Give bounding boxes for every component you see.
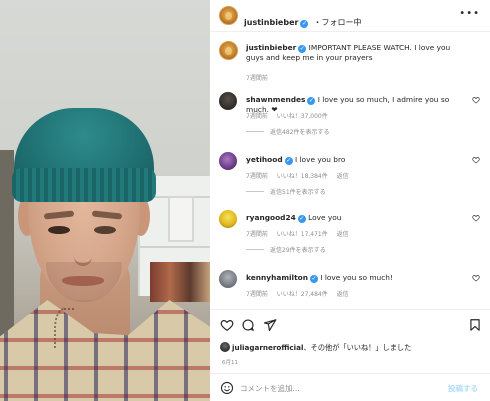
like-comment-heart-icon[interactable] [472, 96, 480, 104]
commenter-avatar[interactable] [219, 152, 237, 170]
reply-button[interactable]: 返信 [337, 231, 349, 238]
commenter-username[interactable]: ryangood24 [246, 213, 296, 222]
liked-by-text: juliagarnerofficial、その他が「いいね！」しました [232, 343, 411, 353]
liker-avatar[interactable] [220, 342, 230, 352]
author-avatar[interactable] [219, 6, 238, 25]
eye-right [94, 226, 116, 234]
verified-badge-icon: ✓ [307, 97, 316, 105]
author-username[interactable]: justinbieber [244, 18, 298, 27]
cabinet-door [168, 196, 194, 242]
verified-badge-icon: ✓ [284, 157, 293, 165]
comment-time: 7週間前 [246, 173, 268, 180]
save-bookmark-icon[interactable] [468, 318, 482, 332]
comment-text: I love you so much! [320, 273, 393, 282]
comment-text-block: yetihood ✓ I love you bro [246, 155, 470, 165]
post-date[interactable]: 6月11 [222, 358, 238, 366]
liked-by-username[interactable]: juliagarnerofficial [232, 343, 303, 352]
comment-item: kennyhamilton ✓ I love you so much! 7週間前 … [210, 267, 490, 307]
caption-meta: 7週間前 [246, 73, 275, 82]
comment-meta: 7週間前 いいね！37,000件 [246, 111, 335, 120]
verified-badge-icon: ✓ [297, 215, 306, 223]
caption-avatar[interactable] [219, 41, 238, 60]
verified-badge-icon: ✓ [300, 20, 309, 28]
comment-like-count[interactable]: いいね！37,000件 [277, 113, 328, 120]
comment-text: Love you [308, 213, 342, 222]
add-comment-row: 投稿する [210, 373, 490, 401]
beanie-band [12, 168, 156, 202]
add-comment-input[interactable] [240, 382, 430, 395]
comment-item: shawnmendes ✓ I love you so much, I admir… [210, 89, 490, 149]
comment-text: I love you bro [294, 155, 346, 164]
header-user-line: justinbieber ✓ ・フォロー中 [244, 10, 362, 29]
neck-tattoo [54, 308, 74, 348]
comment-meta: 7週間前 いいね！17,471件 返信 [246, 229, 356, 238]
like-comment-heart-icon[interactable] [472, 156, 480, 164]
nose [74, 236, 92, 266]
post-caption: justinbieber ✓ IMPORTANT PLEASE WATCH. I … [210, 39, 490, 91]
commenter-username[interactable]: shawnmendes [246, 95, 305, 104]
comment-like-count[interactable]: いいね！18,384件 [277, 173, 328, 180]
post-header: justinbieber ✓ ・フォロー中 ••• [210, 0, 490, 32]
more-options-icon[interactable]: ••• [459, 8, 480, 19]
commenter-username[interactable]: yetihood [246, 155, 283, 164]
commenter-username[interactable]: kennyhamilton [246, 273, 308, 282]
comment-item: ryangood24 ✓ Love you 7週間前 いいね！17,471件 返信… [210, 207, 490, 267]
eye-left [48, 226, 70, 234]
liked-by-suffix[interactable]: 、その他が「いいね！」しました [303, 343, 411, 352]
caption-text-block: justinbieber ✓ IMPORTANT PLEASE WATCH. I … [246, 43, 470, 63]
like-heart-icon[interactable] [220, 318, 234, 332]
commenter-avatar[interactable] [219, 270, 237, 288]
post-actions: juliagarnerofficial、その他が「いいね！」しました 6月11 … [210, 309, 490, 401]
reply-button[interactable]: 返信 [337, 173, 349, 180]
comment-text-block: ryangood24 ✓ Love you [246, 213, 470, 223]
comment-text-block: kennyhamilton ✓ I love you so much! [246, 273, 470, 283]
view-replies-link[interactable]: 返信482件を表示する [246, 127, 329, 136]
header-separator: ・ [313, 18, 322, 27]
share-send-icon[interactable] [263, 318, 277, 332]
comment-like-count[interactable]: いいね！27,484件 [277, 291, 328, 298]
post-video[interactable] [0, 0, 210, 401]
commenter-avatar[interactable] [219, 210, 237, 228]
like-comment-heart-icon[interactable] [472, 214, 480, 222]
comment-meta: 7週間前 いいね！18,384件 返信 [246, 171, 356, 180]
view-replies-link[interactable]: 返信29件を表示する [246, 245, 326, 254]
comment-time: 7週間前 [246, 113, 268, 120]
comment-bubble-icon[interactable] [241, 318, 255, 332]
verified-badge-icon: ✓ [298, 45, 307, 53]
commenter-avatar[interactable] [219, 92, 237, 110]
view-replies-link[interactable]: 返信51件を表示する [246, 187, 326, 196]
mouth [62, 276, 104, 286]
post-side-panel: justinbieber ✓ ・フォロー中 ••• justinbieber ✓ I… [210, 0, 490, 401]
reply-button[interactable]: 返信 [337, 291, 349, 298]
comment-time: 7週間前 [246, 231, 268, 238]
following-button[interactable]: フォロー中 [322, 18, 362, 27]
comment-item: yetihood ✓ I love you bro 7週間前 いいね！18,384… [210, 149, 490, 209]
comment-time: 7週間前 [246, 291, 268, 298]
post-comment-button[interactable]: 投稿する [448, 383, 478, 394]
shelf-line [140, 246, 210, 248]
caption-username[interactable]: justinbieber [246, 43, 296, 52]
comment-meta: 7週間前 いいね！27,484件 返信 [246, 289, 356, 298]
emoji-smiley-icon[interactable] [220, 381, 234, 395]
like-comment-heart-icon[interactable] [472, 274, 480, 282]
verified-badge-icon: ✓ [309, 275, 318, 283]
comments-list[interactable]: justinbieber ✓ IMPORTANT PLEASE WATCH. I … [210, 33, 490, 309]
caption-time: 7週間前 [246, 75, 268, 82]
hanging-clothes [150, 262, 210, 302]
comment-like-count[interactable]: いいね！17,471件 [277, 231, 328, 238]
